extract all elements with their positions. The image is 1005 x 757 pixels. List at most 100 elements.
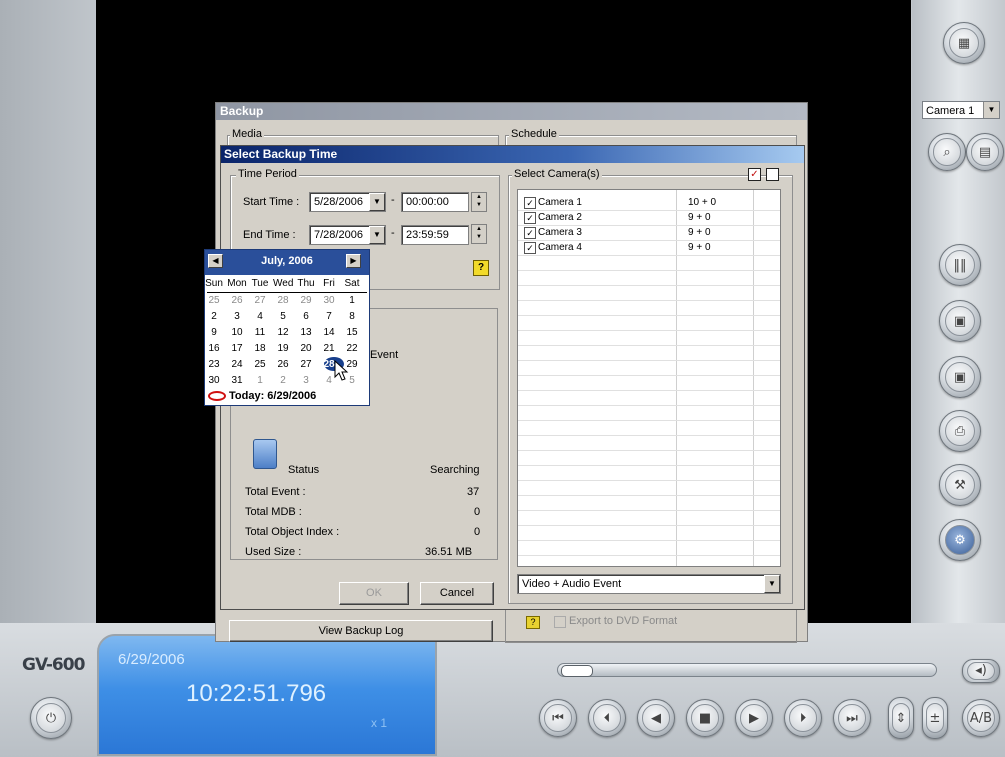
calendar-day[interactable]: 15: [342, 327, 362, 338]
calendar-day[interactable]: 11: [250, 327, 270, 338]
end-time-spinner[interactable]: ▲ ▼: [471, 224, 487, 244]
calendar-day[interactable]: 3: [227, 311, 247, 322]
calendar-day[interactable]: 12: [273, 327, 293, 338]
calendar-day[interactable]: 1: [250, 375, 270, 386]
magnifier-icon: ⌕: [933, 138, 961, 166]
backup-tools-button[interactable]: ⚙: [939, 519, 981, 561]
calendar-day[interactable]: 22: [342, 343, 362, 354]
printer-icon: ⎙: [945, 416, 975, 446]
camera-checkbox[interactable]: ✓: [524, 227, 536, 239]
check-all-icon[interactable]: ✓: [748, 168, 761, 181]
play-button[interactable]: ▶: [735, 699, 773, 737]
cancel-button[interactable]: Cancel: [420, 582, 494, 605]
stop-button[interactable]: ■: [686, 699, 724, 737]
first-frame-button[interactable]: ⏮: [539, 699, 577, 737]
calendar-day[interactable]: 1: [342, 295, 362, 306]
calendar-day[interactable]: 26: [227, 295, 247, 306]
ok-button[interactable]: OK: [339, 582, 409, 605]
empty-camera-row: [518, 421, 780, 436]
calendar-day[interactable]: 19: [273, 343, 293, 354]
screen-division-button[interactable]: ▦: [943, 22, 985, 64]
calendar-day[interactable]: 24: [227, 359, 247, 370]
calendar-day[interactable]: 14: [319, 327, 339, 338]
calendar-day[interactable]: 27: [250, 295, 270, 306]
calendar-day[interactable]: 10: [227, 327, 247, 338]
next-frame-button[interactable]: ⏵: [784, 699, 822, 737]
plus-minus-button[interactable]: ±: [922, 697, 948, 739]
calendar-day[interactable]: 2: [273, 375, 293, 386]
camera-select[interactable]: Camera 1 ▼: [922, 101, 1000, 119]
help-icon[interactable]: ?: [473, 260, 489, 276]
calendar-day[interactable]: 18: [250, 343, 270, 354]
calendar-day[interactable]: 4: [250, 311, 270, 322]
calendar-day[interactable]: 30: [319, 295, 339, 306]
help-icon[interactable]: ?: [526, 616, 540, 629]
save-avi-button[interactable]: ▣: [939, 300, 981, 342]
day-of-week: Fri: [323, 278, 335, 289]
avi-disk-icon: ▣: [945, 306, 975, 336]
start-date-dropdown[interactable]: ▼: [369, 193, 385, 211]
calendar-day[interactable]: 3: [296, 375, 316, 386]
calendar-day[interactable]: 26: [273, 359, 293, 370]
grid-icon: ▦: [949, 28, 979, 58]
calendar-day[interactable]: 30: [204, 375, 224, 386]
calendar-day[interactable]: 25: [250, 359, 270, 370]
end-date-dropdown[interactable]: ▼: [369, 226, 385, 244]
calendar-day[interactable]: 27: [296, 359, 316, 370]
clock-time: 10:22:51.796: [186, 680, 327, 707]
calendar-day[interactable]: 17: [227, 343, 247, 354]
print-button[interactable]: ⎙: [939, 410, 981, 452]
seek-thumb[interactable]: [561, 665, 593, 677]
calendar-day[interactable]: 21: [319, 343, 339, 354]
view-backup-log-button[interactable]: View Backup Log: [229, 620, 493, 642]
calendar-day[interactable]: 16: [204, 343, 224, 354]
start-time-spinner[interactable]: ▲ ▼: [471, 192, 487, 212]
calendar-day[interactable]: 8: [342, 311, 362, 322]
end-time-field[interactable]: 23:59:59: [401, 225, 469, 245]
last-frame-button[interactable]: ⏭: [833, 699, 871, 737]
event-type-select[interactable]: Video + Audio Event: [517, 574, 781, 594]
calendar-day[interactable]: 23: [204, 359, 224, 370]
calendar-day[interactable]: 6: [296, 311, 316, 322]
calendar-day[interactable]: 7: [319, 311, 339, 322]
camera-name: Camera 3: [538, 227, 582, 238]
camera-checkbox[interactable]: ✓: [524, 197, 536, 209]
save-bmp-button[interactable]: ▣: [939, 356, 981, 398]
empty-camera-row: [518, 436, 780, 451]
camera-row[interactable]: ✓ Camera 2 9 + 0: [518, 211, 780, 226]
settings-sliders-button[interactable]: ‖‖: [939, 244, 981, 286]
power-button[interactable]: ⏻: [30, 697, 72, 739]
speed-up-down-button[interactable]: ⇕: [888, 697, 914, 739]
camera-row[interactable]: ✓ Camera 3 9 + 0: [518, 226, 780, 241]
calendar-day[interactable]: 5: [273, 311, 293, 322]
next-month-button[interactable]: ▶: [346, 254, 361, 268]
camera-row[interactable]: ✓ Camera 1 10 + 0: [518, 196, 780, 211]
tools-button[interactable]: ⚒: [939, 464, 981, 506]
previous-frame-button[interactable]: ⏴: [588, 699, 626, 737]
camera-name: Camera 1: [538, 197, 582, 208]
tools-icon: ⚒: [945, 470, 975, 500]
reverse-play-button[interactable]: ◀: [637, 699, 675, 737]
chevron-down-icon: ▼: [373, 197, 381, 206]
event-type-dropdown[interactable]: ▼: [764, 575, 780, 593]
calendar-day[interactable]: 13: [296, 327, 316, 338]
volume-button[interactable]: ◂): [962, 659, 1000, 683]
calendar-day[interactable]: 29: [296, 295, 316, 306]
calendar-day[interactable]: 9: [204, 327, 224, 338]
today-button[interactable]: Today: 6/29/2006: [229, 390, 316, 402]
calendar-day[interactable]: 25: [204, 295, 224, 306]
calendar-day[interactable]: 20: [296, 343, 316, 354]
calendar-day[interactable]: 28: [273, 295, 293, 306]
info-button[interactable]: ▤: [966, 133, 1004, 171]
camera-row[interactable]: ✓ Camera 4 9 + 0: [518, 241, 780, 256]
ab-repeat-button[interactable]: A/B: [962, 699, 1000, 737]
calendar-day[interactable]: 31: [227, 375, 247, 386]
camera-checkbox[interactable]: ✓: [524, 242, 536, 254]
calendar-day[interactable]: 2: [204, 311, 224, 322]
zoom-button[interactable]: ⌕: [928, 133, 966, 171]
start-time-field[interactable]: 00:00:00: [401, 192, 469, 212]
camera-checkbox[interactable]: ✓: [524, 212, 536, 224]
seek-bar[interactable]: [557, 663, 937, 677]
export-dvd-checkbox[interactable]: [554, 616, 566, 628]
uncheck-all-icon[interactable]: [766, 168, 779, 181]
